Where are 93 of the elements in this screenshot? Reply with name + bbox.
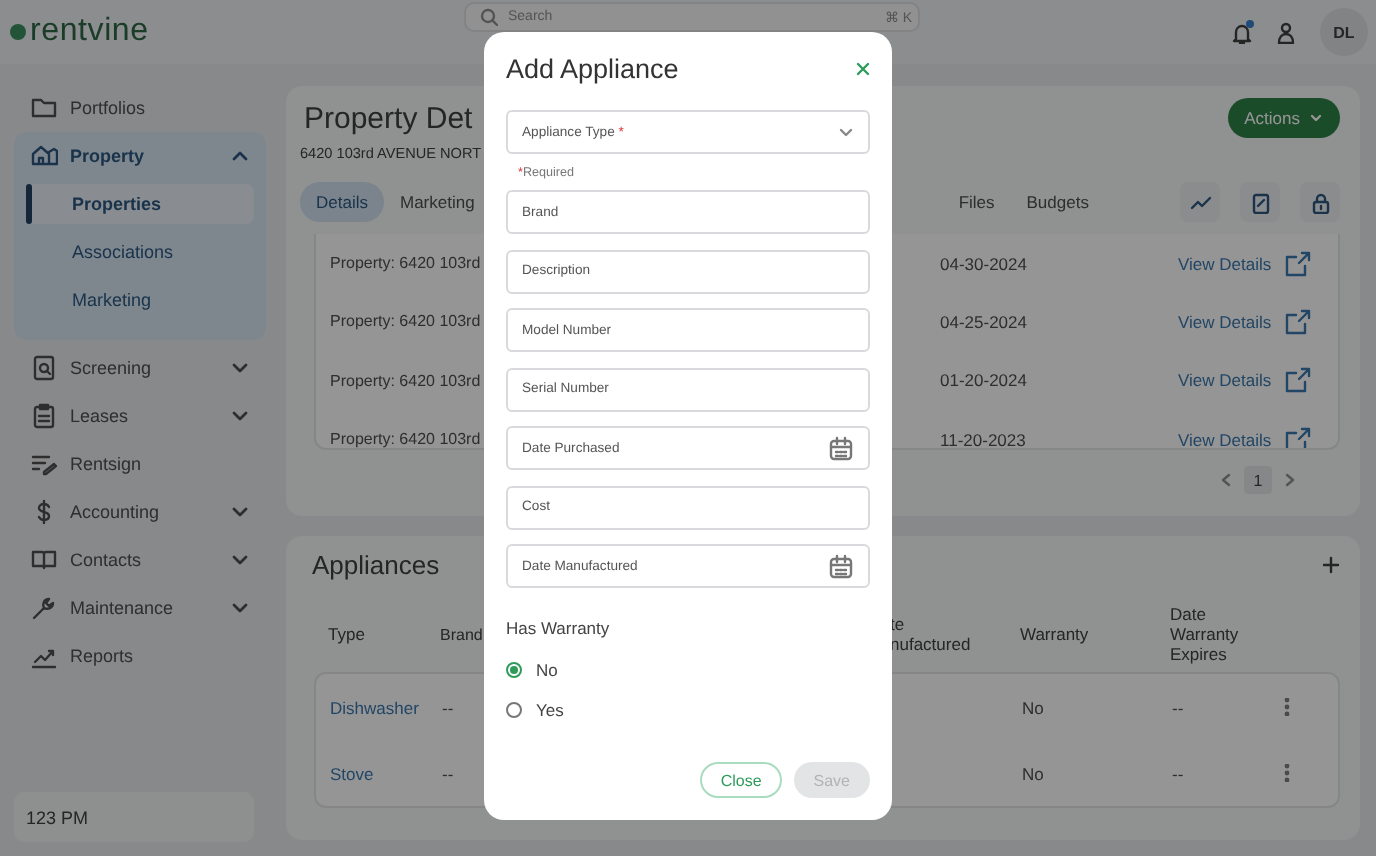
radio-button[interactable] bbox=[506, 701, 522, 717]
chevron-down-icon bbox=[230, 406, 250, 426]
tab[interactable]: Details bbox=[300, 182, 384, 222]
clipboard-icon bbox=[30, 402, 58, 430]
more-vertical-icon[interactable] bbox=[1284, 698, 1290, 716]
dialog-title: Add Appliance bbox=[506, 53, 679, 83]
table-cell: -- bbox=[442, 763, 454, 783]
calendar-icon bbox=[828, 435, 854, 461]
view-details-link[interactable]: View Details bbox=[1178, 429, 1272, 448]
sidebar-item[interactable]: Portfolios bbox=[14, 84, 266, 132]
radio-button[interactable] bbox=[506, 661, 522, 677]
sidebar-item[interactable]: Property bbox=[14, 132, 266, 180]
book-icon bbox=[30, 546, 58, 574]
clock-display: 123 PM bbox=[14, 792, 254, 842]
column-header: Warranty bbox=[1020, 624, 1089, 644]
sidebar-subitem[interactable]: Associations bbox=[26, 232, 254, 272]
record-date: 11-20-2023 bbox=[940, 429, 1026, 448]
chevron-right-icon[interactable] bbox=[1284, 472, 1296, 488]
sidebar-item[interactable]: Contacts bbox=[14, 536, 266, 584]
bell-icon bbox=[1232, 21, 1252, 43]
close-icon bbox=[856, 61, 870, 75]
chevron-down-icon bbox=[1308, 110, 1324, 126]
chevron-down-icon bbox=[230, 502, 250, 522]
house-icon bbox=[30, 142, 58, 170]
sidebar-item[interactable]: Leases bbox=[14, 392, 266, 440]
calendar-icon bbox=[828, 553, 854, 579]
sidebar-item[interactable]: Accounting bbox=[14, 488, 266, 536]
radio-option[interactable]: Yes bbox=[506, 689, 870, 729]
search-icon bbox=[480, 8, 498, 26]
chevron-down-icon bbox=[230, 550, 250, 570]
table-cell: No bbox=[1022, 763, 1044, 783]
wrench-icon bbox=[30, 594, 58, 622]
user-avatar[interactable]: DL bbox=[1320, 8, 1368, 56]
table-cell: No bbox=[1022, 697, 1044, 717]
record-property: Property: 6420 103rd bbox=[330, 254, 481, 273]
person-icon[interactable] bbox=[1276, 21, 1296, 43]
document-search-icon bbox=[30, 354, 58, 382]
lock-icon bbox=[1309, 191, 1331, 213]
actions-button[interactable]: Actions bbox=[1228, 98, 1340, 138]
sidebar-item[interactable]: Maintenance bbox=[14, 584, 266, 632]
external-link-icon bbox=[1283, 249, 1312, 278]
section-title: Appliances bbox=[312, 549, 440, 579]
external-link-icon bbox=[1283, 425, 1312, 448]
edit-icon bbox=[1249, 191, 1271, 213]
chevron-down-icon bbox=[230, 358, 250, 378]
chevron-down-icon bbox=[838, 124, 854, 140]
notifications-button[interactable] bbox=[1232, 21, 1252, 43]
warranty-label: Has Warranty bbox=[506, 617, 612, 637]
view-details-link[interactable]: View Details bbox=[1178, 253, 1272, 274]
tab[interactable]: Marketing bbox=[383, 182, 491, 222]
more-vertical-icon[interactable] bbox=[1284, 764, 1290, 782]
record-date: 04-25-2024 bbox=[940, 311, 1027, 332]
view-details-link[interactable]: View Details bbox=[1178, 311, 1272, 332]
column-header: Type bbox=[328, 624, 365, 644]
table-cell: -- bbox=[442, 697, 454, 717]
record-date: 04-30-2024 bbox=[940, 253, 1027, 274]
table-cell: -- bbox=[1172, 697, 1184, 717]
external-link-icon bbox=[1283, 307, 1312, 336]
record-property: Property: 6420 103rd bbox=[330, 430, 481, 448]
chevron-left-icon[interactable] bbox=[1220, 472, 1232, 488]
sidebar-subitem[interactable]: Properties bbox=[26, 184, 254, 224]
sidebar-item[interactable]: Screening bbox=[14, 344, 266, 392]
pen-lines-icon bbox=[30, 450, 58, 478]
sidebar-item[interactable]: Reports bbox=[14, 632, 266, 680]
appliance-link[interactable]: Stove bbox=[330, 763, 374, 783]
chevron-down-icon bbox=[230, 598, 250, 618]
lock-button[interactable] bbox=[1300, 182, 1340, 222]
logo-icon bbox=[10, 24, 26, 40]
tab[interactable]: Budgets bbox=[1010, 182, 1105, 222]
external-link-icon bbox=[1283, 366, 1312, 395]
appliance-link[interactable]: Dishwasher bbox=[330, 697, 419, 717]
sidebar-subitem[interactable]: Marketing bbox=[26, 280, 254, 320]
folder-icon bbox=[30, 94, 58, 122]
close-button[interactable] bbox=[856, 61, 870, 75]
table-cell: -- bbox=[1172, 763, 1184, 783]
column-header: Date Warranty Expires bbox=[1170, 604, 1239, 664]
page-title: Property Det bbox=[304, 101, 473, 135]
record-date: 01-20-2024 bbox=[940, 370, 1027, 391]
record-property: Property: 6420 103rd bbox=[330, 371, 481, 390]
record-property: Property: 6420 103rd bbox=[330, 312, 481, 331]
radio-option[interactable]: No bbox=[506, 649, 870, 689]
column-header: Brand bbox=[440, 626, 483, 644]
tab[interactable]: Files bbox=[942, 182, 1011, 222]
plus-icon[interactable] bbox=[1322, 555, 1340, 573]
sidebar-item[interactable]: Rentsign bbox=[14, 440, 266, 488]
trend-line-icon bbox=[1189, 191, 1211, 213]
page-number[interactable]: 1 bbox=[1244, 466, 1272, 494]
brand-name: rentvine bbox=[30, 14, 149, 50]
close-dialog-button[interactable]: Close bbox=[700, 762, 782, 798]
chart-button[interactable] bbox=[1180, 182, 1220, 222]
edit-button[interactable] bbox=[1240, 182, 1280, 222]
view-details-link[interactable]: View Details bbox=[1178, 370, 1272, 391]
chevron-up-icon bbox=[230, 146, 250, 166]
